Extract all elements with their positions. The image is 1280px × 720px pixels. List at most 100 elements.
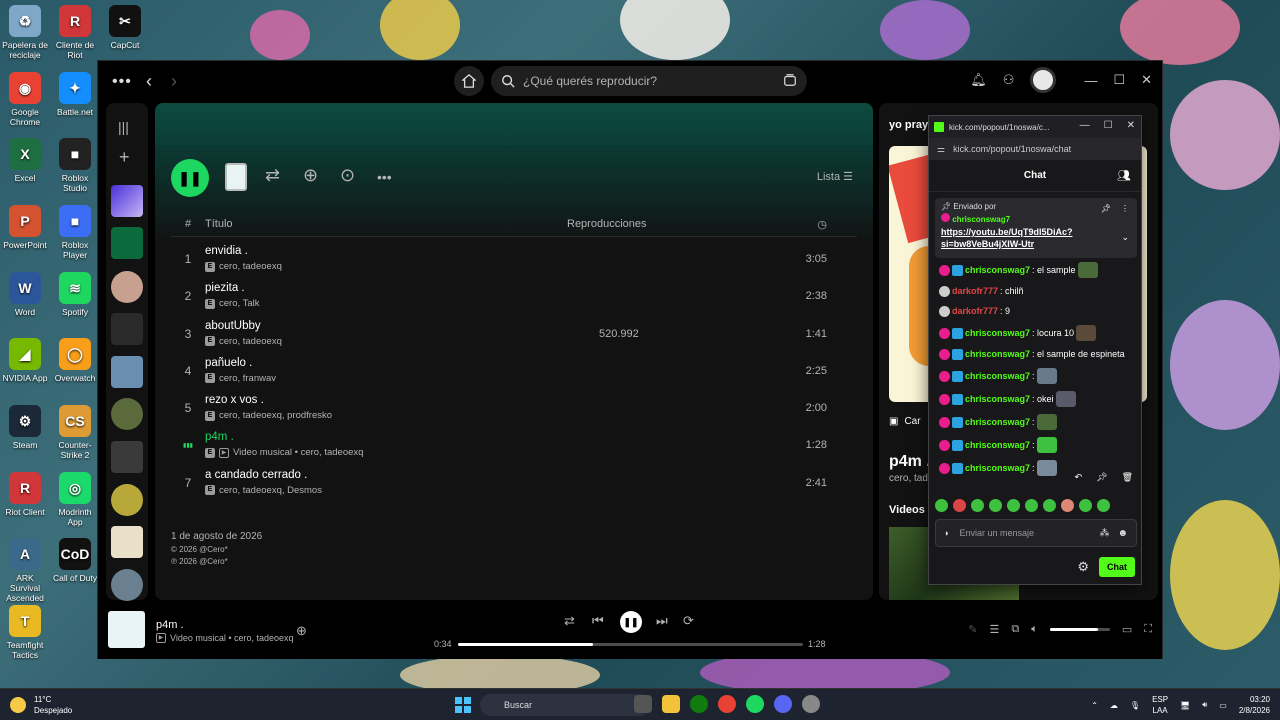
track-row[interactable]: 2 piezita . Ecero, Talk 2:38 xyxy=(171,278,857,315)
more-options-icon[interactable]: ••• xyxy=(377,169,392,185)
desktop-icon[interactable]: CoD Call of Duty xyxy=(50,538,100,583)
start-button[interactable] xyxy=(455,697,471,713)
pinned-message[interactable]: 📌︎ Enviado por chrisconswag7 https://you… xyxy=(935,198,1137,258)
chat-username[interactable]: chrisconswag7 xyxy=(965,264,1030,277)
search-input[interactable]: ¿Qué querés reproducir? xyxy=(491,66,807,96)
send-chat-button[interactable]: Chat xyxy=(1099,557,1135,577)
back-arrow-icon[interactable]: ‹ xyxy=(146,71,152,92)
volume-icon[interactable]: 🔊︎ xyxy=(1202,700,1207,710)
file-explorer-icon[interactable] xyxy=(662,695,680,713)
now-playing-song[interactable]: p4m . xyxy=(889,453,931,471)
track-row[interactable]: 3 aboutUbby Ecero, tadeoexq 520.992 1:41 xyxy=(171,316,857,353)
chat-username[interactable]: darkofr777 xyxy=(952,305,998,318)
desktop-icon[interactable]: ■ Roblox Studio xyxy=(50,138,100,193)
player-cover[interactable] xyxy=(108,611,145,648)
chat-message[interactable]: chrisconswag7: locura 10 xyxy=(939,325,1135,341)
gear-icon[interactable]: ⚙ xyxy=(1077,559,1089,575)
emote-icon[interactable] xyxy=(971,499,984,512)
download-icon[interactable]: ⊙ xyxy=(340,165,355,186)
list-view-toggle[interactable]: Lista ☰ xyxy=(817,170,853,183)
close-icon[interactable]: ✕ xyxy=(1141,72,1152,88)
chat-message[interactable]: chrisconswag7: el sample de espineta xyxy=(939,348,1135,361)
weather-widget[interactable]: 11°C Despejado xyxy=(10,694,72,716)
player-pause-button[interactable]: ❚❚ xyxy=(620,611,642,633)
pinned-link[interactable]: https://youtu.be/UqT9dl5DiAc?si=bw8VeBu4… xyxy=(941,226,1131,250)
chat-message[interactable]: darkofr777: chilñ xyxy=(939,285,1135,298)
track-title[interactable]: piezita . xyxy=(205,282,245,294)
chevron-up-icon[interactable]: ⌃ xyxy=(1091,701,1098,710)
chat-username[interactable]: chrisconswag7 xyxy=(965,439,1030,452)
home-button[interactable] xyxy=(454,66,484,96)
album-preview-thumb[interactable] xyxy=(225,163,247,191)
library-icon[interactable]: ||| xyxy=(118,119,129,135)
language-indicator[interactable]: ESP LAA xyxy=(1152,694,1168,716)
avatar[interactable] xyxy=(1030,67,1057,93)
volume-icon[interactable]: 🔈︎ xyxy=(1031,623,1038,636)
chat-message[interactable]: chrisconswag7: el sample xyxy=(939,262,1135,278)
desktop-icon[interactable]: CS Counter-Strike 2 xyxy=(50,405,100,460)
track-title[interactable]: a candado cerrado . xyxy=(205,469,307,481)
spotify-icon[interactable] xyxy=(746,695,764,713)
users-icon[interactable]: 👥︎ xyxy=(1117,160,1131,192)
emote-icon[interactable] xyxy=(1079,499,1092,512)
desktop-icon[interactable]: X Excel xyxy=(0,138,50,183)
chat-username[interactable]: chrisconswag7 xyxy=(965,416,1030,429)
chat-message[interactable]: chrisconswag7: okei xyxy=(939,391,1135,407)
canvas-link[interactable]: ▣ Car xyxy=(889,416,921,427)
maximize-icon[interactable]: ☐ xyxy=(1113,72,1125,88)
library-item[interactable] xyxy=(111,398,143,430)
track-row[interactable]: 1 envidia . Ecero, tadeoexq 3:05 xyxy=(171,241,857,278)
fullscreen-icon[interactable]: ⛶ xyxy=(1144,623,1152,636)
track-artists-text[interactable]: cero, franwav xyxy=(219,373,276,384)
library-item[interactable] xyxy=(111,356,143,388)
discord-icon[interactable] xyxy=(774,695,792,713)
chevron-down-icon[interactable]: ⌄ xyxy=(1121,232,1129,243)
task-view-icon[interactable] xyxy=(634,695,652,713)
desktop-icon[interactable]: P PowerPoint xyxy=(0,205,50,250)
chat-input[interactable]: ◗ Enviar un mensaje ⁂ ☻ xyxy=(935,519,1137,547)
track-title[interactable]: p4m . xyxy=(205,431,234,443)
desktop-icon[interactable]: ♻ Papelera de reciclaje xyxy=(0,5,50,60)
track-row[interactable]: 7 a candado cerrado . Ecero, tadeoexq, Des… xyxy=(171,465,857,502)
now-playing-artist[interactable]: cero, tad xyxy=(889,473,928,484)
add-icon[interactable]: ⊕ xyxy=(303,165,318,186)
command-icon[interactable]: ⁂ xyxy=(1099,528,1109,539)
browse-icon[interactable] xyxy=(783,73,797,87)
steam-icon[interactable] xyxy=(802,695,820,713)
liked-songs-item[interactable] xyxy=(111,185,143,217)
emote-icon[interactable] xyxy=(989,499,1002,512)
track-artists-text[interactable]: cero, tadeoexq, Desmos xyxy=(219,485,322,496)
desktop-icon[interactable]: ■ Roblox Player xyxy=(50,205,100,260)
clock[interactable]: 03:20 2/8/2026 xyxy=(1239,694,1270,716)
emote-icon[interactable] xyxy=(1025,499,1038,512)
library-item[interactable] xyxy=(111,484,143,516)
taskbar-search[interactable]: Buscar xyxy=(480,694,650,716)
chrome-icon[interactable] xyxy=(718,695,736,713)
chat-username[interactable]: darkofr777 xyxy=(952,285,998,298)
add-to-library-icon[interactable]: ⊕ xyxy=(296,623,307,639)
desktop-icon[interactable]: ◉ Google Chrome xyxy=(0,72,50,127)
minimize-icon[interactable]: — xyxy=(1084,73,1097,88)
emote-icon[interactable] xyxy=(1043,499,1056,512)
track-row[interactable]: 5 rezo x vos . Ecero, tadeoexq, prodfresko… xyxy=(171,390,857,427)
create-icon[interactable]: + xyxy=(119,147,130,168)
track-title[interactable]: rezo x vos . xyxy=(205,394,264,406)
emote-icon[interactable] xyxy=(1061,499,1074,512)
desktop-icon[interactable]: R Cliente de Riot xyxy=(50,5,100,60)
chat-message[interactable]: chrisconswag7: xyxy=(939,368,1135,384)
shuffle-icon[interactable]: ⇄ xyxy=(265,165,280,186)
library-item[interactable] xyxy=(111,271,143,303)
library-item[interactable] xyxy=(111,526,143,558)
track-artists-text[interactable]: Video musical • cero, tadeoexq xyxy=(233,447,363,458)
emote-icon[interactable] xyxy=(1097,499,1110,512)
desktop-icon[interactable]: A ARK Survival Ascended xyxy=(0,538,50,603)
shuffle-icon[interactable]: ⇄ xyxy=(564,613,575,629)
saved-episodes-item[interactable] xyxy=(111,227,143,259)
library-item[interactable] xyxy=(111,313,143,345)
previous-icon[interactable]: ⏮︎ xyxy=(592,613,604,629)
library-item[interactable] xyxy=(111,441,143,473)
chat-username[interactable]: chrisconswag7 xyxy=(965,370,1030,383)
close-icon[interactable]: ✕ xyxy=(1127,120,1135,131)
chat-message[interactable]: chrisconswag7: xyxy=(939,437,1135,453)
pinned-user[interactable]: chrisconswag7 xyxy=(952,215,1010,224)
